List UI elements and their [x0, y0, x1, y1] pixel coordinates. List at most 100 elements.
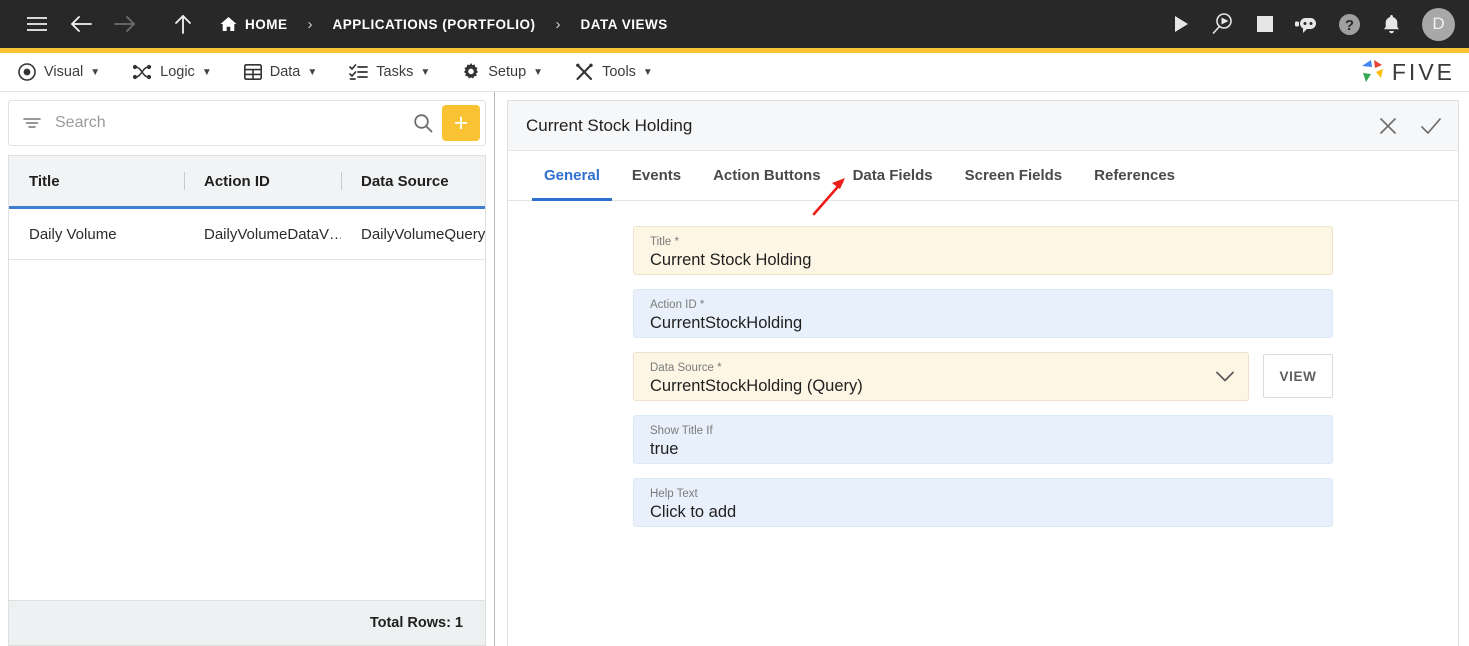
tab-screen-fields[interactable]: Screen Fields	[949, 151, 1079, 200]
view-data-source-button[interactable]: VIEW	[1263, 354, 1333, 398]
breadcrumb-label: DATA VIEWS	[580, 16, 668, 32]
field-value: true	[650, 440, 679, 459]
menu-item-setup[interactable]: Setup ▼	[462, 63, 543, 81]
tab-general[interactable]: General	[528, 151, 616, 201]
search-input[interactable]	[53, 113, 413, 133]
chevron-down-icon[interactable]	[1216, 371, 1234, 382]
tab-label: Action Buttons	[713, 167, 821, 184]
show-title-if-field[interactable]: Show Title If true	[633, 415, 1333, 464]
breadcrumb-separator-icon: ›	[307, 15, 313, 33]
gear-icon	[462, 63, 480, 81]
menu-label: Setup	[488, 64, 527, 80]
field-row-title: Title * Current Stock Holding	[633, 226, 1333, 275]
chevron-down-icon: ▼	[420, 66, 431, 78]
field-row-help-text: Help Text Click to add	[633, 478, 1333, 527]
field-label: Data Source *	[650, 361, 722, 374]
breadcrumb-label: APPLICATIONS (PORTFOLIO)	[332, 16, 536, 32]
record-form-header: Current Stock Holding	[508, 101, 1458, 151]
field-label: Action ID *	[650, 298, 705, 311]
five-pinwheel-icon	[1361, 60, 1383, 82]
debug-icon[interactable]	[1210, 11, 1236, 37]
menu-item-data[interactable]: Data ▼	[243, 63, 317, 81]
record-form-card: Current Stock Holding General Events Act…	[507, 100, 1459, 646]
home-icon	[220, 16, 237, 32]
top-navigation-bar: HOME › APPLICATIONS (PORTFOLIO) › DATA V…	[0, 0, 1469, 48]
table-header-title[interactable]: Title	[9, 156, 184, 206]
tab-label: Screen Fields	[964, 167, 1063, 184]
help-icon[interactable]: ?	[1336, 11, 1362, 37]
action-id-field[interactable]: Action ID * CurrentStockHolding	[633, 289, 1333, 338]
menu-label: Tools	[602, 64, 636, 80]
tab-events[interactable]: Events	[616, 151, 697, 200]
table-row[interactable]: Daily Volume DailyVolumeDataV… DailyVolu…	[9, 209, 485, 260]
field-row-show-title-if: Show Title If true	[633, 415, 1333, 464]
field-value: CurrentStockHolding (Query)	[650, 377, 863, 396]
field-label: Show Title If	[650, 424, 713, 437]
record-form-tabs: General Events Action Buttons Data Field…	[508, 151, 1458, 216]
table-header-data-source[interactable]: Data Source	[341, 156, 485, 206]
arrow-up-icon[interactable]	[166, 7, 200, 41]
search-icon[interactable]	[413, 113, 433, 133]
help-text-field[interactable]: Help Text Click to add	[633, 478, 1333, 527]
main-content-area: + Title Action ID Data Source Daily Volu…	[0, 92, 1469, 646]
tools-icon	[575, 63, 594, 81]
arrow-left-icon[interactable]	[64, 7, 98, 41]
general-tab-form: Title * Current Stock Holding Action ID …	[508, 201, 1458, 646]
breadcrumb-item-home[interactable]: HOME	[220, 16, 288, 32]
cell-data-source: DailyVolumeQuery …	[361, 225, 485, 243]
svg-text:?: ?	[1344, 17, 1353, 34]
menu-label: Data	[269, 64, 301, 80]
menu-item-logic[interactable]: Logic ▼	[132, 63, 212, 81]
cell-title: Daily Volume	[29, 225, 117, 243]
tab-action-buttons[interactable]: Action Buttons	[697, 151, 836, 200]
breadcrumb-label: HOME	[245, 16, 288, 32]
check-icon[interactable]	[1420, 116, 1442, 136]
menu-item-tools[interactable]: Tools ▼	[575, 63, 653, 81]
field-value: CurrentStockHolding	[650, 314, 803, 333]
field-row-action-id: Action ID * CurrentStockHolding	[633, 289, 1333, 338]
breadcrumb: HOME › APPLICATIONS (PORTFOLIO) › DATA V…	[220, 16, 668, 33]
menu-item-visual[interactable]: Visual ▼	[18, 63, 100, 81]
tab-label: References	[1094, 167, 1176, 184]
record-detail-panel: Current Stock Holding General Events Act…	[495, 92, 1469, 646]
chevron-down-icon: ▼	[201, 66, 212, 78]
avatar[interactable]: D	[1422, 7, 1455, 41]
breadcrumb-item-data-views[interactable]: DATA VIEWS	[581, 17, 668, 32]
menu-item-tasks[interactable]: Tasks ▼	[349, 63, 430, 81]
field-row-data-source: Data Source * CurrentStockHolding (Query…	[633, 352, 1333, 401]
arrow-right-icon[interactable]	[108, 7, 142, 41]
top-nav-left-controls: HOME › APPLICATIONS (PORTFOLIO) › DATA V…	[20, 7, 668, 41]
table-header-row: Title Action ID Data Source	[9, 156, 485, 209]
run-icon[interactable]	[1168, 11, 1194, 37]
menu-label: Visual	[44, 64, 84, 80]
close-icon[interactable]	[1378, 116, 1398, 136]
record-form-actions	[1378, 116, 1442, 136]
tab-label: Events	[631, 167, 682, 184]
cell-action-id: DailyVolumeDataV…	[204, 225, 341, 243]
tab-label: Data Fields	[852, 167, 933, 184]
tab-references[interactable]: References	[1078, 151, 1191, 200]
notification-bell-icon[interactable]	[1378, 11, 1404, 37]
title-field[interactable]: Title * Current Stock Holding	[633, 226, 1333, 275]
tab-label: General	[544, 167, 600, 184]
menu-label: Tasks	[376, 64, 414, 80]
table-footer: Total Rows: 1	[8, 600, 486, 646]
field-value: Click to add	[650, 503, 737, 522]
search-bar: +	[8, 100, 486, 146]
data-source-select[interactable]: Data Source * CurrentStockHolding (Query…	[633, 352, 1249, 401]
chatbot-icon[interactable]	[1294, 11, 1320, 37]
table-header-action-id[interactable]: Action ID	[184, 156, 341, 206]
chevron-down-icon: ▼	[642, 66, 653, 78]
hamburger-icon[interactable]	[20, 7, 54, 41]
five-logo-text: FIVE	[1391, 58, 1455, 85]
tab-data-fields[interactable]: Data Fields	[837, 151, 949, 200]
chevron-down-icon: ▼	[533, 66, 544, 78]
add-record-button[interactable]: +	[442, 105, 480, 141]
stop-icon[interactable]	[1252, 11, 1278, 37]
filter-icon[interactable]	[23, 116, 41, 130]
menu-label: Logic	[160, 64, 195, 80]
checklist-icon	[349, 63, 369, 81]
nodes-icon	[132, 63, 152, 81]
breadcrumb-item-applications[interactable]: APPLICATIONS (PORTFOLIO)	[333, 17, 536, 32]
chevron-down-icon: ▼	[90, 66, 101, 78]
